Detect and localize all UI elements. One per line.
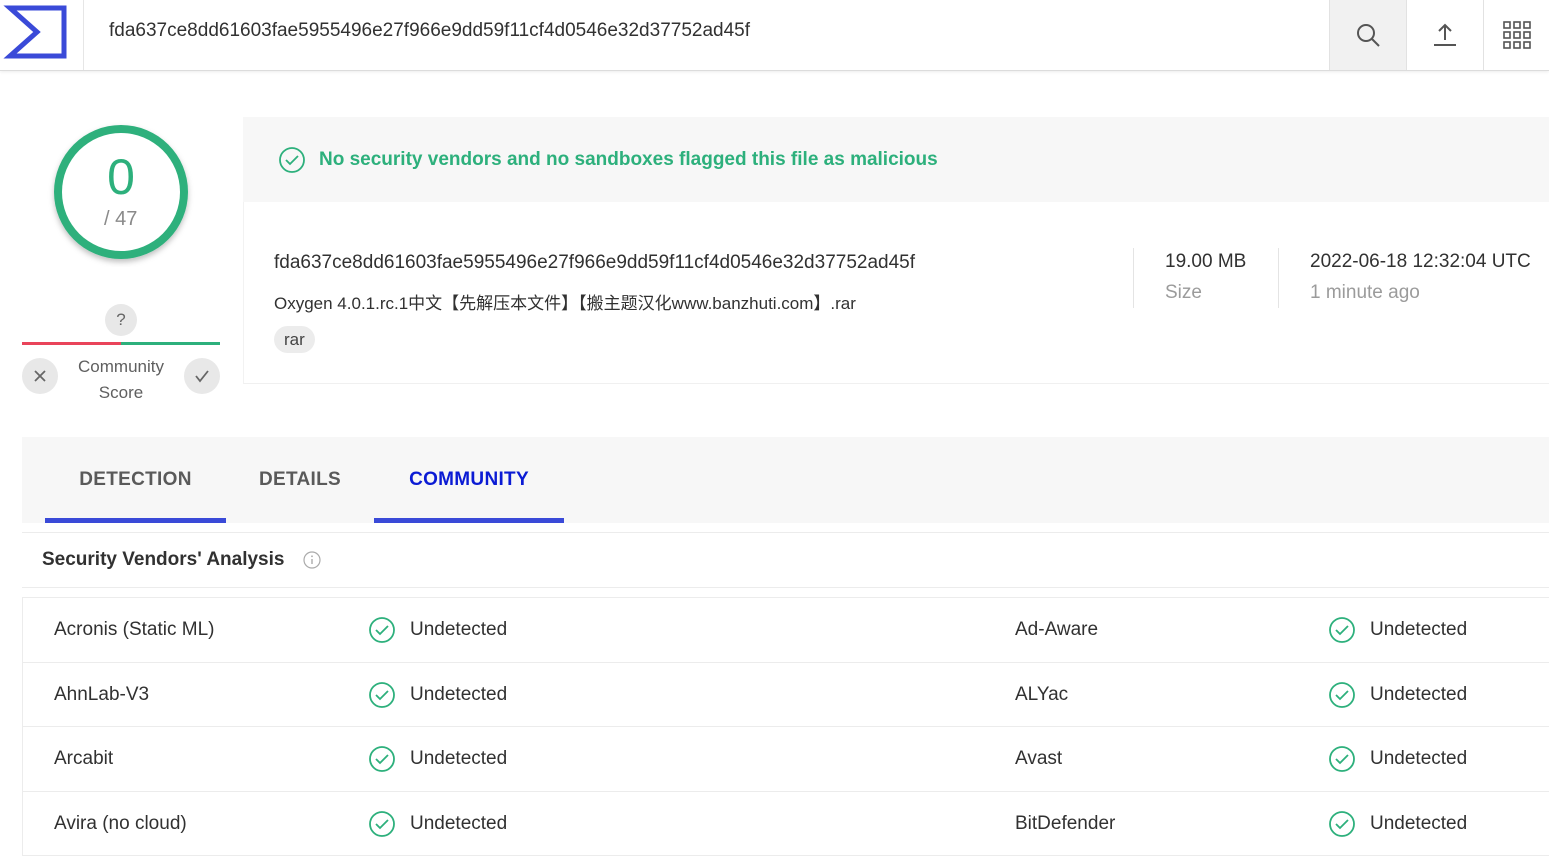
vendor-result: Undetected — [368, 616, 507, 644]
community-bar-negative — [22, 342, 121, 345]
community-label-line1: Community — [78, 357, 164, 376]
vendor-result: Undetected — [368, 810, 507, 838]
community-score-marker: ? — [105, 304, 137, 336]
tab-underline — [45, 518, 226, 523]
table-row: AhnLab-V3 Undetected ALYac Undetected — [23, 663, 1549, 728]
search-icon — [1355, 22, 1381, 48]
result-text: Undetected — [410, 684, 507, 706]
vendor-result: Undetected — [368, 681, 507, 709]
result-text: Undetected — [1370, 619, 1467, 641]
check-circle-icon — [1328, 745, 1356, 773]
vendor-name: Avira (no cloud) — [54, 813, 187, 835]
table-row: Acronis (Static ML) Undetected Ad-Aware Und… — [23, 598, 1549, 663]
vendor-name: Ad-Aware — [1015, 619, 1098, 641]
result-text: Undetected — [410, 619, 507, 641]
vendor-result: Undetected — [1328, 616, 1467, 644]
vote-harmless-down-button[interactable] — [22, 358, 58, 394]
vendor-name: ALYac — [1015, 684, 1068, 706]
vendor-name: BitDefender — [1015, 813, 1115, 835]
file-size-label: Size — [1165, 282, 1202, 304]
community-label-line2: Score — [99, 383, 143, 402]
vendor-name: Acronis (Static ML) — [54, 619, 214, 641]
upload-icon — [1432, 22, 1458, 48]
check-circle-icon — [1328, 810, 1356, 838]
vendor-result: Undetected — [368, 745, 507, 773]
tab-detection[interactable]: DETECTION — [45, 437, 226, 523]
vendor-name: Arcabit — [54, 748, 113, 770]
tab-label: DETAILS — [259, 469, 341, 491]
apps-grid-icon — [1503, 21, 1531, 49]
analysis-date-relative: 1 minute ago — [1310, 282, 1420, 304]
detection-total: / 47 — [104, 208, 137, 231]
file-name: Oxygen 4.0.1.rc.1中文【先解压本文件】【搬主题汉化www.ban… — [274, 289, 856, 314]
check-circle-icon — [368, 745, 396, 773]
check-circle-icon — [368, 681, 396, 709]
file-type-tag[interactable]: rar — [274, 326, 315, 353]
vote-harmless-up-button[interactable] — [184, 358, 220, 394]
vendor-result: Undetected — [1328, 681, 1467, 709]
community-score-label: Community Score — [66, 354, 176, 406]
tab-details[interactable]: DETAILS — [240, 437, 360, 523]
logo-icon[interactable] — [0, 0, 84, 70]
tab-label: COMMUNITY — [409, 469, 529, 491]
file-hash[interactable]: fda637ce8dd61603fae5955496e27f966e9dd59f… — [274, 252, 915, 274]
vendor-result: Undetected — [1328, 745, 1467, 773]
tab-bar: DETECTION DETAILS COMMUNITY — [22, 437, 1549, 523]
result-text: Undetected — [1370, 748, 1467, 770]
search-button[interactable] — [1329, 0, 1406, 70]
result-text: Undetected — [1370, 813, 1467, 835]
table-row: Arcabit Undetected Avast Undetected — [23, 727, 1549, 792]
check-circle-icon — [1328, 616, 1356, 644]
section-title: Security Vendors' Analysis — [42, 549, 284, 571]
check-circle-icon — [1328, 681, 1356, 709]
top-bar: fda637ce8dd61603fae5955496e27f966e9dd59f… — [0, 0, 1549, 71]
check-icon — [194, 369, 210, 383]
analysis-date-value: 2022-06-18 12:32:04 UTC — [1310, 251, 1531, 273]
tab-label: DETECTION — [79, 469, 191, 491]
info-icon[interactable] — [302, 550, 322, 570]
check-circle-icon — [368, 810, 396, 838]
check-circle-icon — [278, 146, 306, 174]
file-size-value: 19.00 MB — [1165, 251, 1246, 273]
search-input[interactable]: fda637ce8dd61603fae5955496e27f966e9dd59f… — [109, 20, 750, 42]
divider — [1133, 248, 1134, 308]
vendor-name: Avast — [1015, 748, 1062, 770]
verdict-banner: No security vendors and no sandboxes fla… — [243, 117, 1549, 202]
vendor-result: Undetected — [1328, 810, 1467, 838]
tab-underline — [374, 518, 564, 523]
result-text: Undetected — [410, 748, 507, 770]
close-icon — [33, 369, 47, 383]
result-text: Undetected — [1370, 684, 1467, 706]
community-bar-positive — [121, 342, 220, 345]
detection-count: 0 — [46, 148, 196, 206]
verdict-text: No security vendors and no sandboxes fla… — [319, 149, 938, 171]
divider — [1278, 248, 1279, 308]
vendor-table: Acronis (Static ML) Undetected Ad-Aware Und… — [22, 597, 1549, 856]
tab-community[interactable]: COMMUNITY — [374, 437, 564, 523]
check-circle-icon — [368, 616, 396, 644]
result-text: Undetected — [410, 813, 507, 835]
upload-button[interactable] — [1406, 0, 1483, 70]
section-header: Security Vendors' Analysis — [22, 532, 1549, 588]
table-row: Avira (no cloud) Undetected BitDefender Und… — [23, 792, 1549, 856]
vendor-name: AhnLab-V3 — [54, 684, 149, 706]
apps-button[interactable] — [1483, 0, 1549, 70]
